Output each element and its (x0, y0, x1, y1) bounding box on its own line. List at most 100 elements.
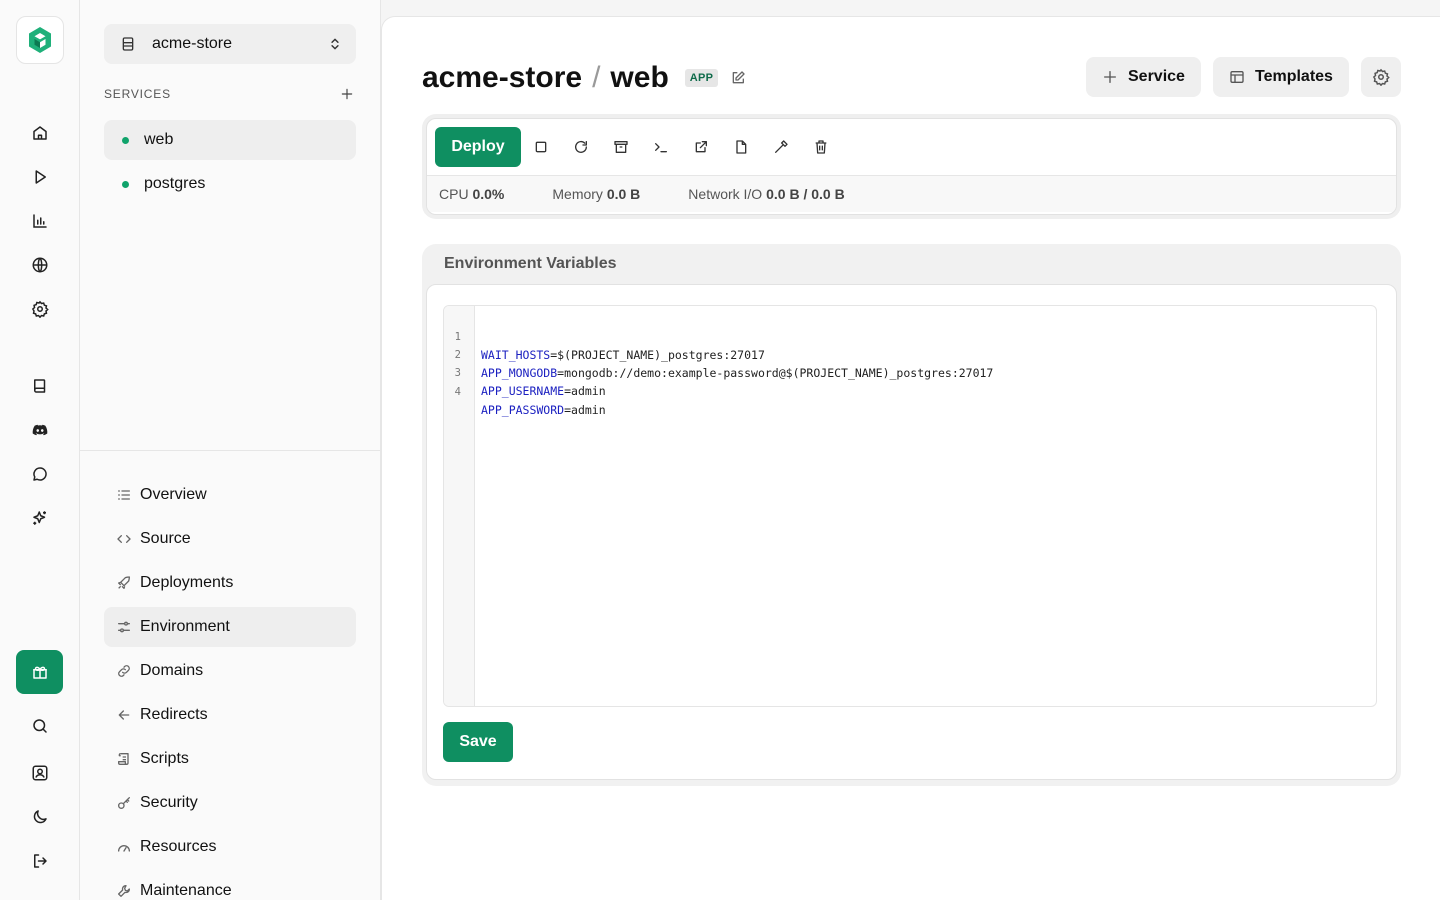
terminal-button[interactable] (651, 137, 671, 157)
ai-button[interactable] (20, 498, 60, 538)
edit-icon[interactable] (730, 70, 746, 86)
nav-item-label: Redirects (140, 706, 208, 723)
search-button[interactable] (20, 706, 60, 746)
nav-item-label: Overview (140, 486, 207, 503)
theme-toggle-button[interactable] (20, 797, 60, 837)
env-value: =admin (564, 384, 606, 398)
app-logo[interactable] (16, 16, 64, 64)
scroll-icon (118, 753, 129, 765)
arrow-left-icon (118, 710, 130, 720)
templates-button[interactable]: Templates (1213, 57, 1349, 97)
key-icon (118, 797, 130, 809)
open-external-button[interactable] (691, 137, 711, 157)
service-actions-card: Deploy CPU 0.0% Memory 0.0 B Network I/O… (422, 114, 1401, 219)
bar-chart-icon (33, 214, 47, 228)
home-icon (33, 126, 47, 140)
template-icon (1230, 71, 1244, 83)
network-value: 0.0 B / 0.0 B (766, 186, 845, 202)
moon-icon (33, 810, 47, 824)
logout-button[interactable] (20, 841, 60, 881)
archive-button[interactable] (611, 137, 631, 157)
nav-item-source[interactable]: Source (104, 519, 356, 559)
delete-button[interactable] (811, 137, 831, 157)
build-button[interactable] (771, 137, 791, 157)
nav-item-label: Scripts (140, 750, 189, 767)
file-icon (736, 140, 747, 154)
environment-title: Environment Variables (444, 255, 617, 272)
feedback-button[interactable] (20, 454, 60, 494)
deploy-button[interactable]: Deploy (435, 127, 521, 167)
page-title: acme-store / web APP (422, 61, 746, 95)
nav-item-label: Maintenance (140, 882, 232, 899)
discord-icon (32, 424, 48, 436)
nav-item-label: Source (140, 530, 191, 547)
service-settings-button[interactable] (1361, 57, 1401, 97)
resource-stats: CPU 0.0% Memory 0.0 B Network I/O 0.0 B … (427, 175, 1396, 212)
title-project: acme-store (422, 61, 583, 94)
status-dot (122, 137, 129, 144)
nav-item-resources[interactable]: Resources (104, 827, 356, 867)
nav-item-redirects[interactable]: Redirects (104, 695, 356, 735)
memory-label: Memory (552, 186, 603, 202)
nav-item-scripts[interactable]: Scripts (104, 739, 356, 779)
environment-body: 1 WAIT_HOSTS=$(PROJECT_NAME)_postgres:27… (426, 284, 1397, 780)
docs-button[interactable] (20, 366, 60, 406)
metrics-button[interactable] (20, 201, 60, 241)
nav-item-maintenance[interactable]: Maintenance (104, 871, 356, 900)
rocket-icon (118, 576, 130, 589)
add-service-icon[interactable] (340, 87, 354, 101)
deployments-button[interactable] (20, 157, 60, 197)
code-line: 2 APP_MONGODB=mongodb://demo:example-pas… (444, 328, 1376, 380)
restart-icon (575, 140, 587, 153)
nav-item-domains[interactable]: Domains (104, 651, 356, 691)
line-number: 4 (454, 386, 461, 398)
nav-item-overview[interactable]: Overview (104, 475, 356, 515)
env-value: =admin (564, 403, 606, 417)
env-editor[interactable]: 1 WAIT_HOSTS=$(PROJECT_NAME)_postgres:27… (443, 305, 1377, 707)
service-item-label: web (144, 131, 174, 148)
archive-icon (614, 141, 628, 153)
project-selector-label: acme-store (152, 35, 233, 52)
nav-item-environment[interactable]: Environment (104, 607, 356, 647)
cpu-stat: CPU 0.0% (439, 186, 504, 202)
logs-button[interactable] (731, 137, 751, 157)
settings-button[interactable] (20, 289, 60, 329)
code-line: 3 APP_USERNAME=admin (444, 346, 1376, 398)
restart-button[interactable] (571, 137, 591, 157)
memory-stat: Memory 0.0 B (552, 186, 640, 202)
chevron-up-down-icon (331, 38, 339, 50)
chat-bubble-icon (33, 467, 47, 481)
memory-value: 0.0 B (606, 186, 641, 202)
add-service-label: Service (1128, 68, 1185, 85)
stop-button[interactable] (531, 137, 551, 157)
gear-icon (1372, 68, 1390, 86)
project-selector[interactable]: acme-store (104, 24, 356, 64)
account-button[interactable] (20, 753, 60, 793)
nav-item-label: Environment (140, 618, 230, 635)
services-header: SERVICES (104, 87, 356, 101)
service-item-web[interactable]: web (104, 120, 356, 160)
discord-button[interactable] (20, 410, 60, 450)
gift-button[interactable] (16, 650, 63, 694)
cpu-value: 0.0% (472, 186, 505, 202)
save-button[interactable]: Save (443, 722, 513, 762)
service-item-label: postgres (144, 175, 206, 192)
sidebar-divider (80, 450, 381, 451)
terminal-icon (655, 143, 667, 153)
templates-label: Templates (1255, 68, 1333, 85)
main-panel: acme-store / web APP Service Templates D… (381, 16, 1440, 900)
sparkles-icon (33, 511, 46, 525)
nav-item-label: Resources (140, 838, 217, 855)
domains-button[interactable] (20, 245, 60, 285)
nav-item-label: Security (140, 794, 198, 811)
add-service-button[interactable]: Service (1086, 57, 1201, 97)
service-item-postgres[interactable]: postgres (104, 164, 356, 204)
logout-icon (34, 854, 47, 868)
title-separator: / (592, 61, 601, 94)
project-sidebar: acme-store SERVICES web postgres Overvie… (80, 0, 381, 900)
title-service: web (610, 61, 669, 94)
home-button[interactable] (20, 113, 60, 153)
nav-item-security[interactable]: Security (104, 783, 356, 823)
service-actions: Deploy CPU 0.0% Memory 0.0 B Network I/O… (426, 118, 1397, 215)
nav-item-deployments[interactable]: Deployments (104, 563, 356, 603)
